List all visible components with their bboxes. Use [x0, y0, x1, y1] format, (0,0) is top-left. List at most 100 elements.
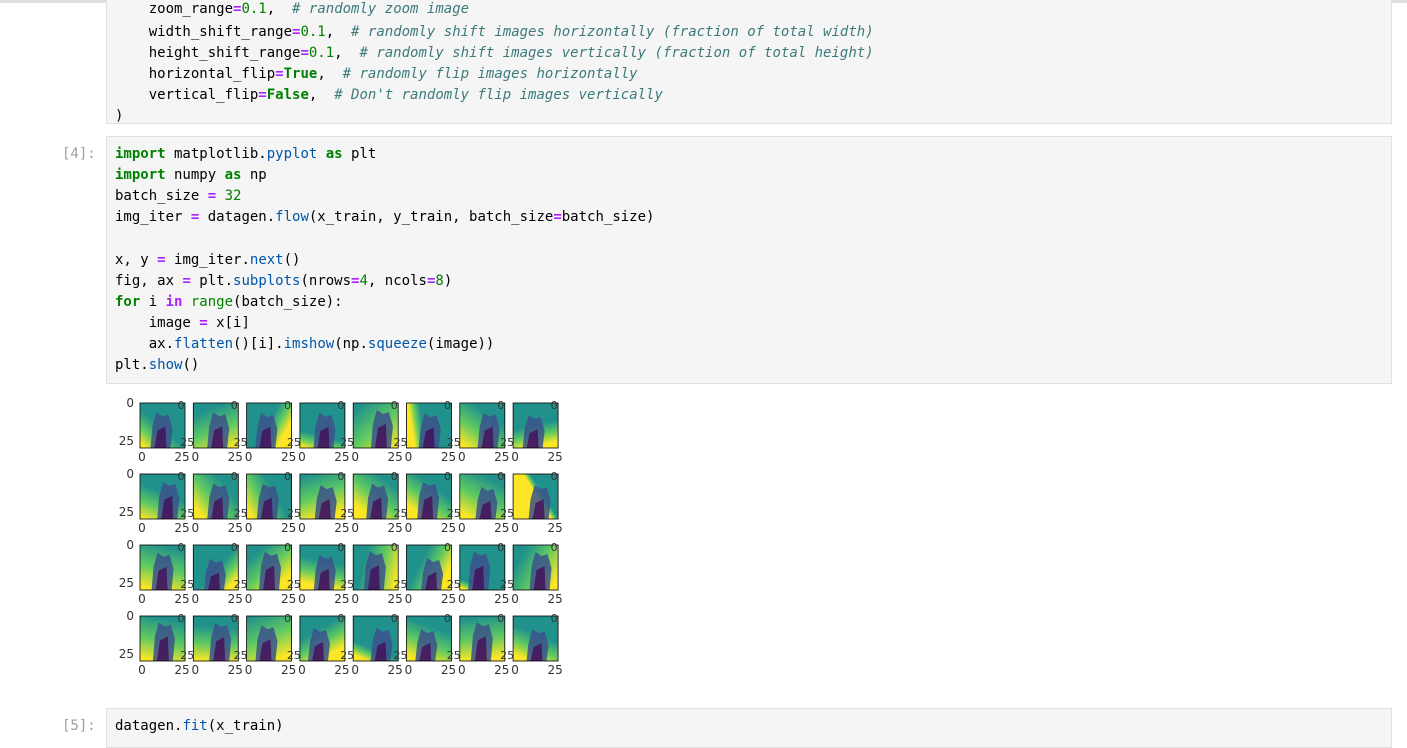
- code-line: horizontal_flip=True, # randomly flip im…: [148, 66, 638, 82]
- cell-prompt: [4]:: [62, 146, 96, 162]
- tick-label: 0: [497, 399, 504, 412]
- x-tick-label: 25: [228, 663, 243, 677]
- code-cell-5[interactable]: datagen.fit(x_train): [106, 708, 1392, 748]
- x-tick-label: 0: [458, 592, 466, 606]
- tick-label: 25: [340, 507, 354, 520]
- x-tick-label: 25: [547, 663, 562, 677]
- code-line: height_shift_range=0.1, # randomly shift…: [148, 45, 874, 61]
- tick-label: 25: [500, 578, 514, 591]
- x-tick-label: 25: [281, 592, 296, 606]
- tick-label: 0: [551, 399, 558, 412]
- x-tick-label: 25: [388, 663, 403, 677]
- x-tick-label: 25: [547, 521, 562, 535]
- x-tick-label: 25: [441, 663, 456, 677]
- x-tick-label: 0: [405, 450, 413, 464]
- x-tick-label: 25: [281, 450, 296, 464]
- code-line: vertical_flip=False, # Don't randomly fl…: [148, 87, 663, 103]
- tick-label: 0: [231, 612, 238, 625]
- tick-label: 0: [231, 399, 238, 412]
- tick-label: 25: [180, 649, 194, 662]
- tick-label: 25: [287, 649, 301, 662]
- x-tick-label: 0: [511, 592, 519, 606]
- y-tick-label: 25: [119, 647, 134, 661]
- tick-label: 0: [391, 541, 398, 554]
- tick-label: 0: [444, 612, 451, 625]
- x-tick-label: 25: [494, 450, 509, 464]
- x-tick-label: 0: [138, 663, 146, 677]
- x-tick-label: 25: [334, 450, 349, 464]
- tick-label: 25: [340, 436, 354, 449]
- x-tick-label: 0: [245, 450, 253, 464]
- x-tick-label: 0: [298, 663, 306, 677]
- tick-label: 0: [178, 612, 185, 625]
- tick-label: 25: [234, 578, 248, 591]
- x-tick-label: 0: [351, 450, 359, 464]
- x-tick-label: 0: [191, 521, 199, 535]
- x-tick-label: 25: [228, 450, 243, 464]
- code-cell-4[interactable]: import matplotlib.pyplot as plt import n…: [106, 136, 1392, 384]
- tick-label: 25: [447, 507, 461, 520]
- tick-label: 0: [444, 470, 451, 483]
- x-tick-label: 0: [245, 663, 253, 677]
- output-figure: 00 250250250 250250 250250 250250 250250 25025…: [119, 396, 563, 677]
- x-tick-label: 0: [405, 592, 413, 606]
- tick-label: 0: [337, 612, 344, 625]
- code-cell-3[interactable]: zoom_range=0.1, # randomly zoom image wi…: [106, 0, 1392, 124]
- x-tick-label: 0: [191, 450, 199, 464]
- x-tick-label: 0: [298, 592, 306, 606]
- x-tick-label: 25: [174, 450, 189, 464]
- y-tick-label: 0: [126, 396, 134, 410]
- x-tick-label: 25: [334, 592, 349, 606]
- tick-label: 0: [444, 541, 451, 554]
- tick-label: 25: [447, 649, 461, 662]
- x-tick-label: 0: [405, 663, 413, 677]
- tick-label: 0: [497, 541, 504, 554]
- tick-label: 0: [497, 612, 504, 625]
- x-tick-label: 25: [174, 663, 189, 677]
- x-tick-label: 0: [405, 521, 413, 535]
- y-tick-label: 25: [119, 505, 134, 519]
- x-tick-label: 0: [138, 521, 146, 535]
- x-tick-label: 25: [494, 592, 509, 606]
- y-tick-label: 25: [119, 576, 134, 590]
- x-tick-label: 0: [245, 521, 253, 535]
- x-tick-label: 0: [351, 521, 359, 535]
- x-tick-label: 0: [298, 521, 306, 535]
- code-line: ): [115, 108, 124, 124]
- tick-label: 0: [391, 399, 398, 412]
- tick-label: 0: [337, 470, 344, 483]
- x-tick-label: 0: [138, 592, 146, 606]
- x-tick-label: 25: [547, 592, 562, 606]
- tick-label: 25: [234, 436, 248, 449]
- x-tick-label: 0: [511, 663, 519, 677]
- tick-label: 25: [447, 578, 461, 591]
- x-tick-label: 25: [388, 521, 403, 535]
- tick-label: 0: [391, 470, 398, 483]
- x-tick-label: 25: [494, 521, 509, 535]
- tick-label: 25: [287, 578, 301, 591]
- x-tick-label: 25: [494, 663, 509, 677]
- tick-label: 25: [500, 507, 514, 520]
- x-tick-label: 25: [228, 521, 243, 535]
- x-tick-label: 0: [138, 450, 146, 464]
- x-tick-label: 0: [191, 592, 199, 606]
- x-tick-label: 25: [174, 521, 189, 535]
- x-tick-label: 25: [281, 663, 296, 677]
- x-tick-label: 25: [228, 592, 243, 606]
- code-line: width_shift_range=0.1, # randomly shift …: [148, 24, 874, 40]
- y-tick-label: 25: [119, 434, 134, 448]
- tick-label: 0: [231, 470, 238, 483]
- x-tick-label: 0: [458, 663, 466, 677]
- y-tick-label: 0: [126, 538, 134, 552]
- tick-label: 0: [284, 541, 291, 554]
- x-tick-label: 0: [298, 450, 306, 464]
- tick-label: 25: [394, 436, 408, 449]
- tick-label: 0: [231, 541, 238, 554]
- x-tick-label: 25: [441, 450, 456, 464]
- tick-label: 0: [284, 612, 291, 625]
- tick-label: 0: [551, 612, 558, 625]
- tick-label: 0: [551, 470, 558, 483]
- x-tick-label: 25: [174, 592, 189, 606]
- x-tick-label: 0: [245, 592, 253, 606]
- tick-label: 0: [497, 470, 504, 483]
